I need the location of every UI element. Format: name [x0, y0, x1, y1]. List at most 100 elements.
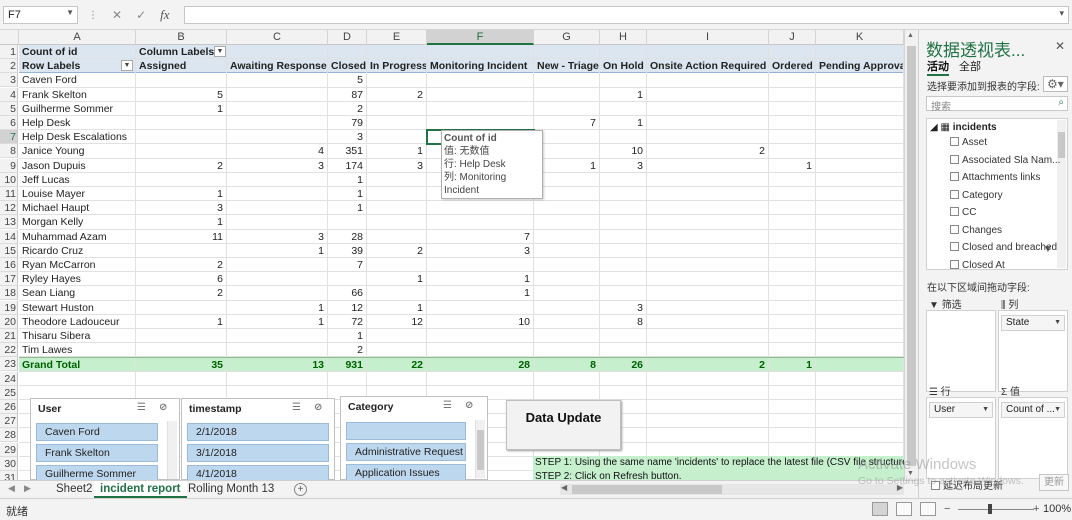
- cell-i[interactable]: [647, 130, 769, 145]
- cell-f[interactable]: 1: [427, 272, 534, 287]
- row-header[interactable]: 16: [0, 258, 18, 272]
- row-header[interactable]: 27: [0, 414, 18, 429]
- rows-field-chip[interactable]: User ▼: [929, 402, 993, 418]
- cell-k[interactable]: [816, 215, 904, 230]
- category-slicer[interactable]: Category ☰ ⊘ Administrative Request Appl…: [340, 396, 488, 480]
- cell-j[interactable]: [769, 286, 816, 301]
- timestamp-slicer[interactable]: timestamp ☰ ⊘ 2/1/2018 3/1/2018 4/1/2018: [181, 398, 335, 480]
- cell-k[interactable]: Pending Approval: [816, 59, 904, 74]
- cell-d[interactable]: 87: [328, 87, 367, 102]
- cell-b[interactable]: [136, 130, 227, 145]
- cell-i[interactable]: [647, 45, 769, 59]
- cell-f[interactable]: 10: [427, 314, 534, 329]
- cell-d[interactable]: 1: [328, 187, 367, 201]
- cell-k[interactable]: [816, 87, 904, 102]
- zoom-level[interactable]: 100%: [1043, 503, 1071, 515]
- cell-g[interactable]: [534, 45, 600, 59]
- cell-a[interactable]: Louise Mayer: [19, 187, 136, 201]
- cell-k[interactable]: [816, 358, 904, 373]
- cell-i[interactable]: [647, 229, 769, 244]
- select-all-corner[interactable]: [0, 30, 19, 45]
- cell-j[interactable]: [769, 343, 816, 358]
- cell-k[interactable]: [816, 371, 904, 386]
- cell-i[interactable]: [647, 343, 769, 358]
- cell-c[interactable]: [227, 272, 328, 287]
- cell-k[interactable]: [816, 101, 904, 116]
- cell-d[interactable]: 5: [328, 73, 367, 88]
- cell-i[interactable]: [647, 116, 769, 130]
- row-header[interactable]: 6: [0, 116, 18, 130]
- tab-sheet2[interactable]: Sheet2: [50, 481, 98, 498]
- cell-j[interactable]: [769, 300, 816, 315]
- filters-area[interactable]: [926, 310, 996, 392]
- row-header[interactable]: 17: [0, 272, 18, 287]
- add-sheet-icon[interactable]: +: [294, 483, 307, 496]
- field-checkbox[interactable]: [950, 242, 959, 251]
- field-checkbox[interactable]: [950, 172, 959, 181]
- cell-e[interactable]: 1: [367, 144, 427, 159]
- cell-c[interactable]: [227, 73, 328, 88]
- search-icon[interactable]: ⌕: [1058, 97, 1064, 108]
- multi-select-icon[interactable]: ☰: [292, 402, 301, 413]
- table-node[interactable]: ◢ ▦ incidents: [930, 122, 997, 133]
- cell-j[interactable]: [769, 130, 816, 145]
- field-item[interactable]: Closed At: [950, 259, 1005, 269]
- cell-a[interactable]: Janice Young: [19, 144, 136, 159]
- cell-k[interactable]: [816, 258, 904, 272]
- cell-e[interactable]: [367, 73, 427, 88]
- cell-e[interactable]: 3: [367, 158, 427, 173]
- cell-i[interactable]: [647, 101, 769, 116]
- cell-h[interactable]: 8: [600, 314, 647, 329]
- cell-j[interactable]: [769, 243, 816, 258]
- cell-a[interactable]: Stewart Huston: [19, 300, 136, 315]
- cell-d[interactable]: [328, 371, 367, 386]
- cell-e[interactable]: 2: [367, 243, 427, 258]
- columns-area[interactable]: State ▼: [998, 310, 1068, 392]
- cancel-icon[interactable]: ✕: [112, 8, 122, 22]
- cell-f[interactable]: [427, 343, 534, 358]
- cell-i[interactable]: [647, 243, 769, 258]
- cell-c[interactable]: [227, 286, 328, 301]
- cell-g[interactable]: [534, 229, 600, 244]
- slicer-item[interactable]: 3/1/2018: [187, 444, 329, 462]
- cell-h[interactable]: [600, 385, 647, 400]
- cell-f[interactable]: 28: [427, 358, 534, 373]
- filter-dropdown-icon[interactable]: ▼: [214, 46, 226, 57]
- cell-a[interactable]: Sean Liang: [19, 286, 136, 301]
- chevron-down-icon[interactable]: ▼: [982, 403, 989, 417]
- slicer-scrollbar[interactable]: [475, 420, 485, 478]
- chevron-down-icon[interactable]: ▼: [1054, 403, 1061, 417]
- cell-j[interactable]: [769, 172, 816, 187]
- cell-d[interactable]: 1: [328, 172, 367, 187]
- slicer-item[interactable]: 4/1/2018: [187, 465, 329, 480]
- column-header-j[interactable]: J: [769, 30, 816, 45]
- cell-d[interactable]: 3: [328, 130, 367, 145]
- field-item[interactable]: Category: [950, 189, 1003, 201]
- cell-d[interactable]: 2: [328, 101, 367, 116]
- cell-i[interactable]: [647, 172, 769, 187]
- cell-b[interactable]: 1: [136, 215, 227, 230]
- cell-k[interactable]: [816, 414, 904, 429]
- prev-sheet-icon[interactable]: ◀: [8, 483, 15, 494]
- row-header[interactable]: 10: [0, 172, 18, 187]
- cell-h[interactable]: [600, 286, 647, 301]
- row-header[interactable]: 1: [0, 45, 18, 59]
- cell-j[interactable]: [769, 101, 816, 116]
- cell-a[interactable]: [19, 371, 136, 386]
- cell-k[interactable]: [816, 130, 904, 145]
- cell-a[interactable]: Jeff Lucas: [19, 172, 136, 187]
- cell-j[interactable]: [769, 400, 816, 414]
- row-header[interactable]: 9: [0, 158, 18, 173]
- cell-i[interactable]: [647, 414, 769, 429]
- cell-c[interactable]: [227, 130, 328, 145]
- cell-d[interactable]: [328, 272, 367, 287]
- chevron-down-icon[interactable]: ▼: [66, 8, 74, 17]
- cell-h[interactable]: [600, 258, 647, 272]
- cell-k[interactable]: [816, 187, 904, 201]
- page-layout-view-icon[interactable]: [896, 502, 912, 516]
- cell-e[interactable]: [367, 215, 427, 230]
- cell-e[interactable]: 12: [367, 314, 427, 329]
- field-checkbox[interactable]: [950, 189, 959, 199]
- cell-j[interactable]: [769, 187, 816, 201]
- cell-h[interactable]: [600, 215, 647, 230]
